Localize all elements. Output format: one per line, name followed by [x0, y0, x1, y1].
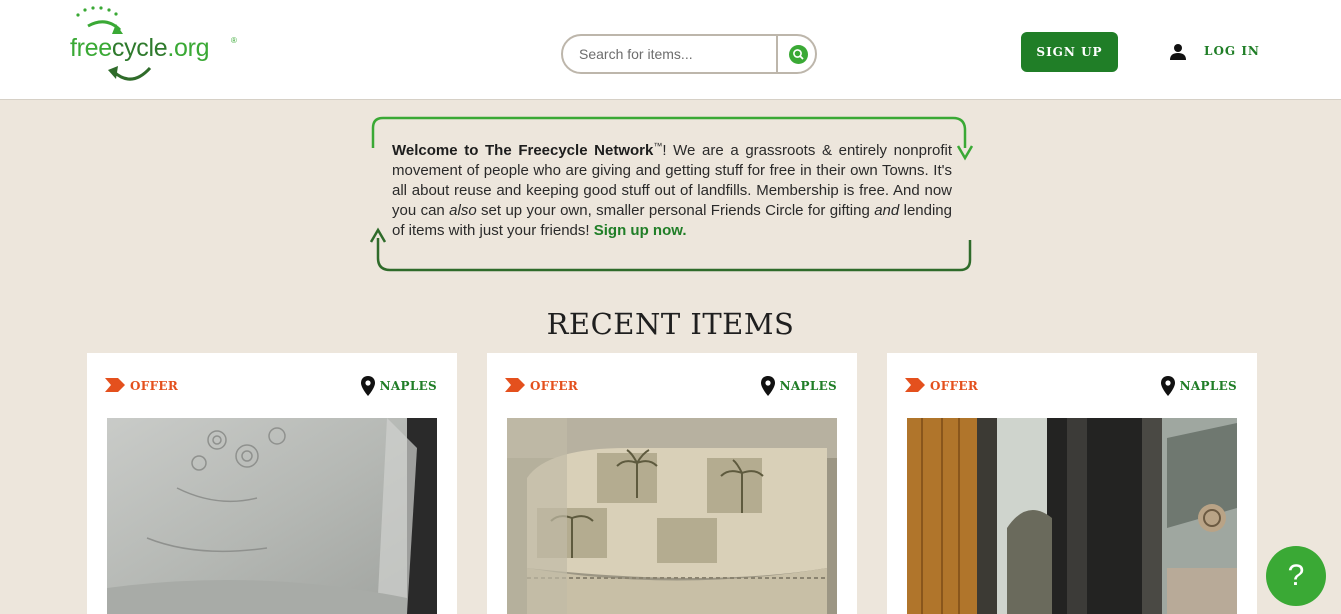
item-location-label: NAPLES [779, 379, 837, 393]
offer-arrow-icon [905, 378, 925, 392]
item-location-label: NAPLES [379, 379, 437, 393]
item-type-label: OFFER [130, 379, 179, 393]
search-divider [776, 34, 778, 74]
item-photo[interactable] [507, 418, 837, 614]
sign-up-now-link[interactable]: Sign up now. [594, 222, 687, 239]
trademark: ™ [653, 141, 663, 151]
freecycle-logo[interactable]: freecycle.org ® [70, 6, 245, 86]
item-type-label: OFFER [930, 379, 979, 393]
item-location-label: NAPLES [1179, 379, 1237, 393]
help-button[interactable]: ? [1266, 546, 1326, 606]
search-icon [793, 49, 804, 60]
welcome-and: and [874, 202, 900, 219]
offer-arrow-icon [505, 378, 525, 392]
site-header: freecycle.org ® SIGN UP LOG IN [0, 0, 1341, 100]
map-pin-icon [761, 376, 775, 396]
sign-up-button[interactable]: SIGN UP [1021, 32, 1118, 72]
item-type-label: OFFER [530, 379, 579, 393]
user-icon[interactable] [1169, 43, 1187, 61]
help-icon: ? [1287, 559, 1305, 592]
search-box [561, 34, 817, 74]
search-button[interactable] [789, 45, 808, 64]
search-input[interactable] [579, 44, 769, 64]
offer-arrow-icon [105, 378, 125, 392]
item-card[interactable]: OFFER NAPLES [887, 353, 1257, 614]
item-photo[interactable] [907, 418, 1237, 614]
log-in-link[interactable]: LOG IN [1204, 44, 1260, 58]
welcome-message: Welcome to The Freecycle Network™! We ar… [392, 136, 952, 241]
map-pin-icon [361, 376, 375, 396]
logo-registered-mark: ® [231, 36, 237, 45]
welcome-also: also [449, 202, 477, 219]
item-card[interactable]: OFFER NAPLES [487, 353, 857, 614]
welcome-text-2: set up your own, smaller personal Friend… [476, 202, 875, 219]
recent-items-heading: RECENT ITEMS [546, 307, 795, 341]
map-pin-icon [1161, 376, 1175, 396]
logo-text: freecycle.org [70, 34, 210, 62]
welcome-lead: Welcome to The Freecycle Network [392, 142, 654, 159]
item-photo[interactable] [107, 418, 437, 614]
item-card[interactable]: OFFER NAPLES [87, 353, 457, 614]
